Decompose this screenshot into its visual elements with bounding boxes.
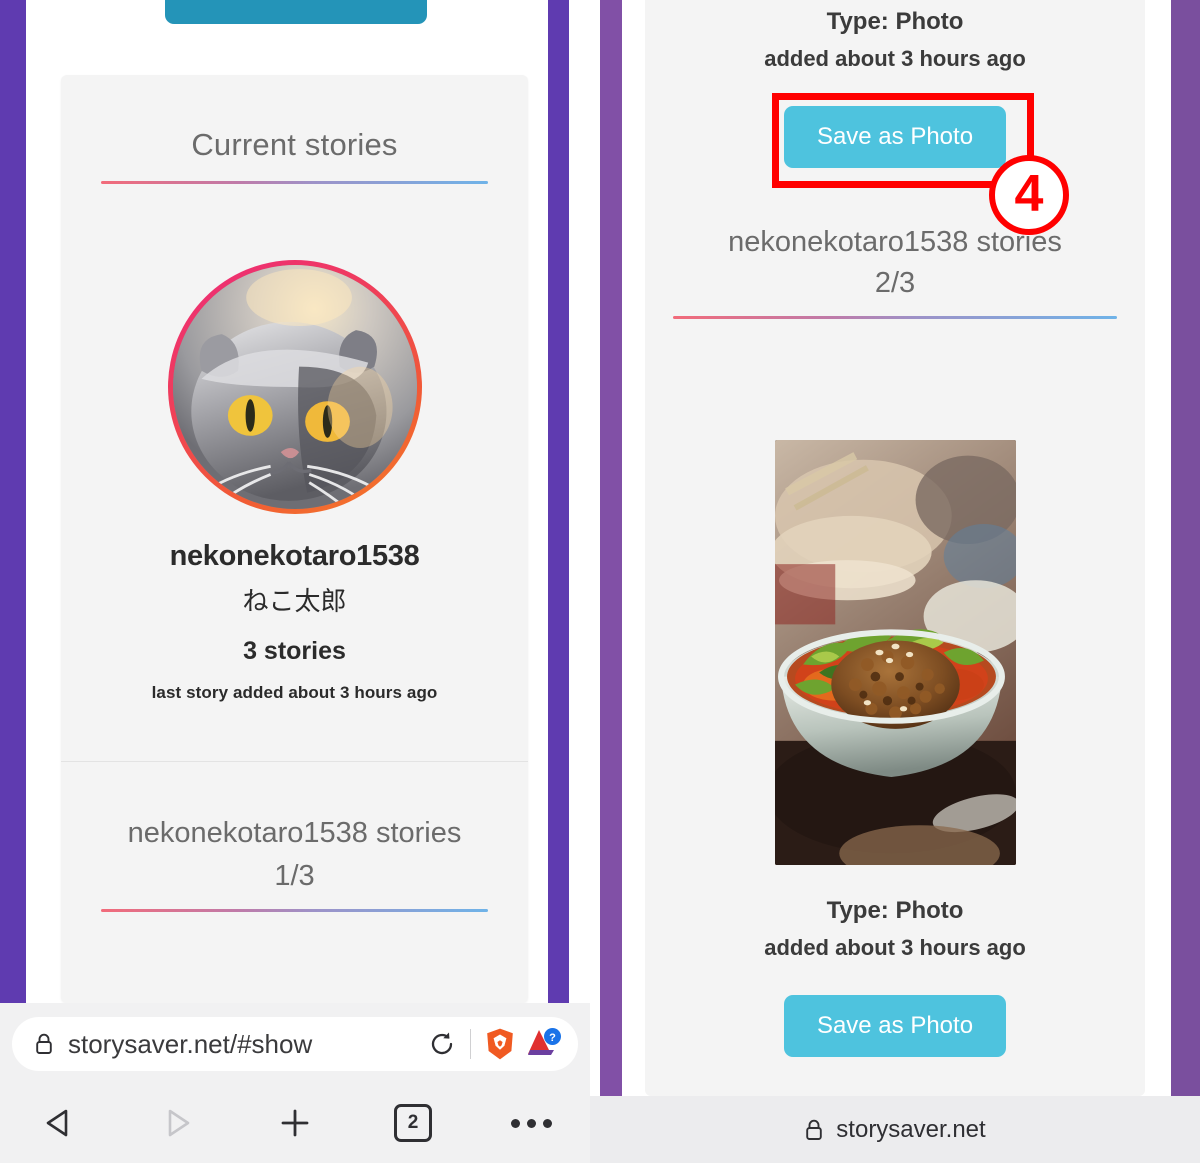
lock-icon <box>36 1033 52 1054</box>
svg-text:?: ? <box>549 1032 556 1044</box>
browser-navbar: 2 <box>0 1083 590 1163</box>
story-added-bottom: added about 3 hours ago <box>764 935 1026 960</box>
avatar[interactable] <box>172 265 417 509</box>
toolbar-divider <box>470 1029 471 1059</box>
stories-page-indicator-right: 2/3 <box>874 267 916 299</box>
top-teal-button[interactable] <box>165 0 427 24</box>
back-icon <box>46 1109 68 1137</box>
noodle-bowl-photo-icon <box>774 440 1016 865</box>
lock-icon-bottom <box>806 1119 823 1140</box>
right-phone-screen: Type: Photo added about 3 hours ago Save… <box>590 0 1200 1163</box>
left-purple-bar-inner <box>548 0 569 1003</box>
tab-switcher-button[interactable]: 2 <box>354 1083 472 1163</box>
annotation-step-number: 4 <box>1014 164 1044 223</box>
browser-chrome: storysaver.net/#show ? 2 <box>0 1003 590 1163</box>
gradient-divider-right <box>673 316 1117 319</box>
extension-help-icon[interactable]: ? <box>526 1027 562 1061</box>
previous-story-card: Type: Photo added about 3 hours ago Save… <box>645 0 1145 400</box>
more-options-icon <box>510 1118 552 1128</box>
left-phone-screen: Current stories nekonekotaro1538 ねこ太郎 3 … <box>0 0 590 1163</box>
profile-story-count: 3 stories <box>243 637 346 665</box>
url-bar[interactable]: storysaver.net/#show ? <box>12 1017 578 1071</box>
story-photo[interactable] <box>774 440 1016 865</box>
right-page-content: Type: Photo added about 3 hours ago Save… <box>622 0 1171 1096</box>
new-tab-button[interactable] <box>236 1083 354 1163</box>
current-stories-card: Current stories nekonekotaro1538 ねこ太郎 3 … <box>61 75 528 1003</box>
story-added-top: added about 3 hours ago <box>764 46 1026 71</box>
avatar-gradient-ring <box>167 260 422 514</box>
dual-screenshot-container: Current stories nekonekotaro1538 ねこ太郎 3 … <box>0 0 1200 1163</box>
current-story-card: Type: Photo added about 3 hours ago Save… <box>645 358 1145 1096</box>
story-type-bottom: Type: Photo <box>826 897 964 924</box>
story-type-top: Type: Photo <box>826 8 964 35</box>
url-text: storysaver.net/#show <box>68 1028 313 1059</box>
profile-fullname: ねこ太郎 <box>242 586 347 616</box>
left-purple-bar-outer <box>0 0 26 1003</box>
bottom-url-text: storysaver.net <box>836 1115 986 1143</box>
plus-icon <box>281 1109 309 1137</box>
annotation-step-badge: 4 <box>989 155 1069 235</box>
brave-lion-icon[interactable] <box>484 1027 516 1061</box>
stories-header-right: nekonekotaro1538 stories <box>728 226 1062 258</box>
forward-icon <box>168 1109 190 1137</box>
save-as-photo-button-top[interactable]: Save as Photo <box>784 106 1006 168</box>
stories-header: nekonekotaro1538 stories <box>127 817 462 849</box>
save-as-photo-button-bottom[interactable]: Save as Photo <box>784 995 1006 1057</box>
cat-avatar-icon <box>172 265 417 509</box>
page-title: Current stories <box>191 127 398 162</box>
gradient-divider-bottom <box>101 909 488 912</box>
gradient-divider <box>101 181 488 184</box>
forward-button[interactable] <box>118 1083 236 1163</box>
avatar-wrapper <box>61 260 528 514</box>
back-button[interactable] <box>0 1083 118 1163</box>
profile-username: nekonekotaro1538 <box>169 540 420 572</box>
right-purple-bar-outer <box>1171 0 1200 1096</box>
menu-button[interactable] <box>472 1083 590 1163</box>
left-page-content: Current stories nekonekotaro1538 ねこ太郎 3 … <box>26 0 548 1003</box>
profile-last-added: last story added about 3 hours ago <box>151 683 438 702</box>
reload-icon[interactable] <box>427 1029 457 1059</box>
bottom-url-bar[interactable]: storysaver.net <box>590 1096 1200 1163</box>
stories-page-indicator: 1/3 <box>274 860 315 892</box>
right-purple-bar-inner <box>600 0 622 1096</box>
tab-count-badge: 2 <box>394 1104 432 1142</box>
